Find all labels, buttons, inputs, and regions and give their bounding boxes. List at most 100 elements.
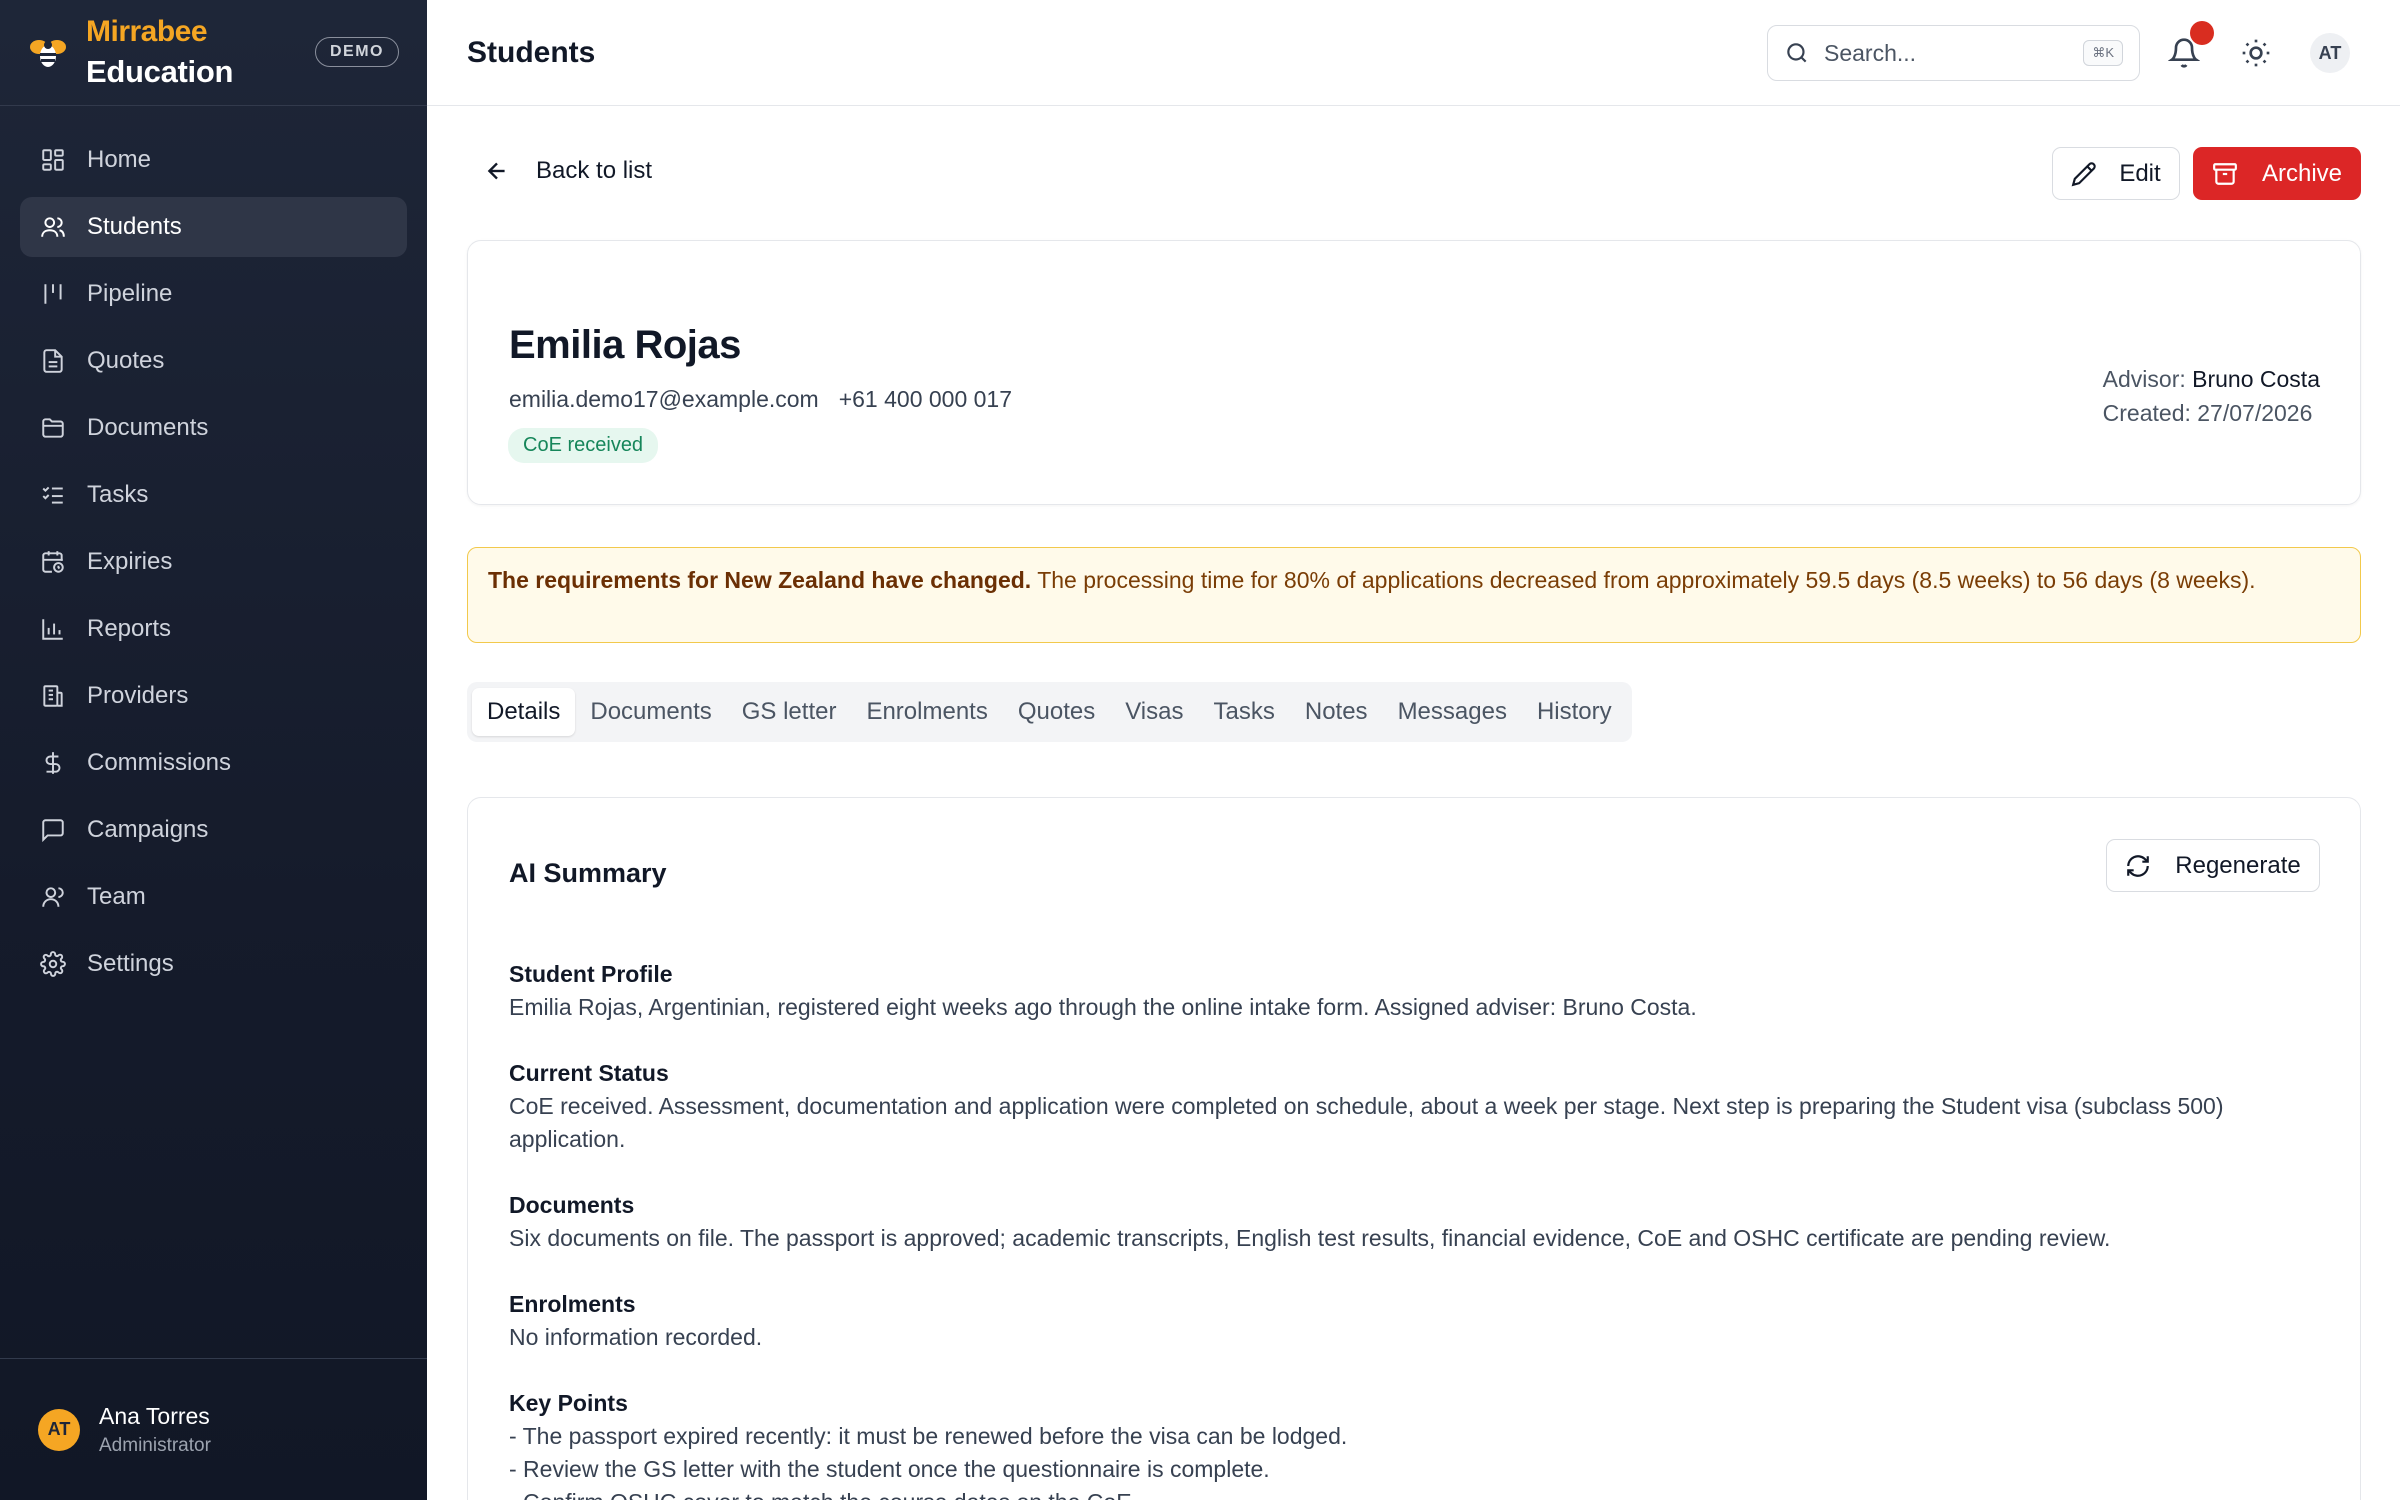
sidebar-item-reports[interactable]: Reports (20, 599, 407, 659)
archive-button[interactable]: Archive (2193, 147, 2361, 200)
sidebar-item-documents[interactable]: Documents (20, 398, 407, 458)
list-item: - Review the GS letter with the student … (509, 1456, 1270, 1482)
ai-summary-title: AI Summary (509, 858, 667, 888)
calendar-clock-icon (40, 549, 66, 575)
regenerate-button[interactable]: Regenerate (2106, 839, 2320, 892)
student-contact: emilia.demo17@example.com +61 400 000 017 (509, 386, 1012, 413)
student-name: Emilia Rojas (509, 323, 741, 367)
gear-icon (40, 951, 66, 977)
section-heading: Student Profile (509, 961, 673, 987)
brand-name-bottom: Education (86, 53, 234, 89)
back-to-list-link[interactable]: Back to list (484, 157, 652, 185)
theme-toggle-button[interactable] (2240, 37, 2272, 69)
edit-button[interactable]: Edit (2052, 147, 2180, 200)
sidebar-item-providers[interactable]: Providers (20, 666, 407, 726)
sidebar-item-settings[interactable]: Settings (20, 934, 407, 994)
folder-icon (40, 415, 66, 441)
sidebar-item-label: Settings (87, 950, 174, 977)
tab-visas[interactable]: Visas (1110, 688, 1198, 736)
advisor-name: Bruno Costa (2192, 366, 2320, 392)
checklist-icon (40, 482, 66, 508)
sidebar-item-students[interactable]: Students (20, 197, 407, 257)
user-role: Administrator (99, 1434, 211, 1456)
section-text: CoE received. Assessment, documentation … (509, 1093, 2224, 1152)
search-icon (1787, 43, 1807, 63)
sidebar-item-commissions[interactable]: Commissions (20, 733, 407, 793)
arrow-left-icon (487, 162, 505, 180)
sidebar-item-quotes[interactable]: Quotes (20, 331, 407, 391)
section-heading: Key Points (509, 1390, 628, 1416)
sun-icon (2242, 39, 2270, 67)
user-name: Ana Torres (99, 1402, 210, 1429)
notification-dot (2190, 21, 2214, 45)
tab-history[interactable]: History (1522, 688, 1627, 736)
tab-gs-letter[interactable]: GS letter (727, 688, 852, 736)
tab-enrolments[interactable]: Enrolments (851, 688, 1002, 736)
student-email[interactable]: emilia.demo17@example.com (509, 386, 819, 412)
summary-section-profile: Student Profile Emilia Rojas, Argentinia… (509, 958, 2329, 1024)
user-info: Ana Torres Administrator (99, 1403, 211, 1457)
tab-tasks[interactable]: Tasks (1199, 688, 1290, 736)
ai-summary-card: AI Summary Regenerate Student Profile Em… (467, 797, 2361, 1500)
sidebar-item-team[interactable]: Team (20, 867, 407, 927)
sidebar-item-label: Team (87, 883, 146, 910)
file-text-icon (40, 348, 66, 374)
sidebar-nav: Home Students Pipeline Quotes Documents … (0, 106, 427, 994)
search-shortcut: ⌘K (2083, 40, 2123, 66)
section-text: No information recorded. (509, 1324, 763, 1350)
main-content: Back to list Edit Archive Emilia Rojas e… (427, 107, 2400, 1500)
section-heading: Current Status (509, 1060, 669, 1086)
advisor-label: Advisor: (2102, 366, 2186, 392)
summary-section-enrolments: Enrolments No information recorded. (509, 1288, 2329, 1354)
archive-label: Archive (2261, 159, 2343, 187)
grid-icon (40, 147, 66, 173)
ai-summary-body: Student Profile Emilia Rojas, Argentinia… (509, 958, 2329, 1500)
sidebar-item-label: Home (87, 146, 152, 173)
brand-name: Mirrabee Education (86, 15, 233, 89)
search-input[interactable]: Search... ⌘K (1767, 25, 2140, 81)
brand-header: Mirrabee Education DEMO (0, 0, 427, 106)
advisor-info: Advisor: Bruno Costa Created: 27/07/2026 (2103, 362, 2320, 430)
section-heading: Enrolments (509, 1291, 636, 1317)
sidebar-item-home[interactable]: Home (20, 130, 407, 190)
requirements-alert: The requirements for New Zealand have ch… (467, 547, 2361, 643)
summary-section-key-points: Key Points - The passport expired recent… (509, 1387, 2329, 1500)
alert-text: The processing time for 80% of applicati… (1037, 567, 2256, 593)
avatar[interactable]: AT (2310, 33, 2350, 73)
tab-documents[interactable]: Documents (575, 688, 726, 736)
sidebar-item-campaigns[interactable]: Campaigns (20, 800, 407, 860)
current-user[interactable]: AT Ana Torres Administrator (0, 1358, 427, 1500)
created-date: Created: 27/07/2026 (2102, 400, 2313, 426)
sidebar-item-label: Reports (87, 615, 172, 642)
sidebar-item-pipeline[interactable]: Pipeline (20, 264, 407, 324)
dollar-icon (40, 750, 66, 776)
demo-badge: DEMO (315, 37, 399, 67)
regenerate-label: Regenerate (2175, 851, 2301, 879)
tab-messages[interactable]: Messages (1383, 688, 1522, 736)
building-icon (40, 683, 66, 709)
brand-name-top: Mirrabee (86, 15, 208, 49)
sidebar-item-label: Tasks (87, 481, 149, 508)
edit-label: Edit (2119, 159, 2161, 187)
section-heading: Documents (509, 1192, 635, 1218)
sidebar-item-label: Commissions (87, 749, 232, 776)
page-title: Students (467, 35, 596, 69)
status-badge: CoE received (508, 428, 659, 463)
sidebar-item-tasks[interactable]: Tasks (20, 465, 407, 525)
list-item: - Confirm OSHC cover to match the course… (509, 1486, 2329, 1500)
back-label: Back to list (536, 157, 653, 184)
users-icon (40, 214, 66, 240)
section-text: Emilia Rojas, Argentinian, registered ei… (509, 994, 1697, 1020)
list-item: - The passport expired recently: it must… (509, 1423, 1348, 1449)
tab-details[interactable]: Details (472, 688, 576, 736)
sidebar-item-label: Pipeline (87, 280, 173, 307)
sidebar-item-expiries[interactable]: Expiries (20, 532, 407, 592)
tab-quotes[interactable]: Quotes (1003, 688, 1110, 736)
tab-notes[interactable]: Notes (1290, 688, 1383, 736)
section-text: Six documents on file. The passport is a… (509, 1225, 2111, 1251)
user-icon (40, 884, 66, 910)
student-phone[interactable]: +61 400 000 017 (839, 386, 1012, 412)
alert-title: The requirements for New Zealand have ch… (488, 567, 1032, 593)
sidebar-item-label: Quotes (87, 347, 165, 374)
sidebar-item-label: Documents (87, 414, 209, 441)
